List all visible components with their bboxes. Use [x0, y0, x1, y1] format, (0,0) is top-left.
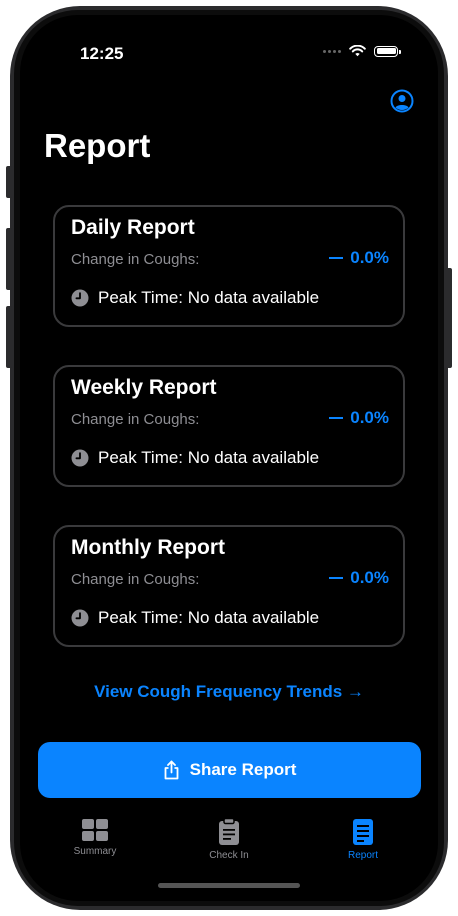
share-report-button[interactable]: Share Report: [38, 742, 421, 798]
minus-icon: [329, 417, 344, 419]
volume-down-button: [6, 306, 12, 368]
peak-time-row: Peak Time: No data available: [71, 288, 319, 308]
change-value: 0.0%: [329, 408, 389, 428]
tab-label: Check In: [209, 850, 249, 861]
document-icon: [353, 819, 373, 845]
action-button: [6, 166, 12, 198]
clock-icon: [71, 289, 89, 307]
share-icon: [164, 760, 179, 780]
peak-time-text: Peak Time: No data available: [98, 608, 320, 627]
card-title: Weekly Report: [71, 376, 217, 399]
tab-report[interactable]: Report: [308, 818, 418, 861]
card-title: Monthly Report: [71, 536, 225, 559]
person-circle-icon: [390, 89, 414, 113]
wifi-icon: [349, 45, 366, 57]
minus-icon: [329, 577, 344, 579]
clipboard-icon: [219, 818, 239, 845]
change-label: Change in Coughs:: [71, 251, 200, 268]
tab-summary[interactable]: Summary: [40, 818, 150, 857]
home-indicator[interactable]: [158, 883, 300, 888]
peak-time-text: Peak Time: No data available: [98, 448, 320, 467]
tab-check-in[interactable]: Check In: [174, 818, 284, 861]
change-value: 0.0%: [329, 568, 389, 588]
tab-label: Report: [347, 850, 378, 861]
peak-time-row: Peak Time: No data available: [71, 448, 319, 468]
status-icons: [323, 45, 401, 57]
change-label: Change in Coughs:: [71, 571, 200, 588]
weekly-report-card: Weekly Report Change in Coughs: 0.0% Pea…: [53, 365, 405, 487]
volume-up-button: [6, 228, 12, 290]
monthly-report-card: Monthly Report Change in Coughs: 0.0% Pe…: [53, 525, 405, 647]
daily-report-card: Daily Report Change in Coughs: 0.0% Peak…: [53, 205, 405, 327]
change-percent: 0.0%: [350, 408, 389, 427]
profile-button[interactable]: [390, 89, 414, 113]
app-screen: 12:25 Report Daily Report Change in Coug…: [20, 15, 438, 901]
status-time: 12:25: [80, 44, 124, 63]
change-label: Change in Coughs:: [71, 411, 200, 428]
battery-icon: [374, 45, 401, 57]
clock-icon: [71, 609, 89, 627]
change-percent: 0.0%: [350, 248, 389, 267]
share-report-label: Share Report: [189, 760, 297, 779]
cellular-icon: [323, 49, 341, 53]
peak-time-text: Peak Time: No data available: [98, 288, 320, 307]
power-button: [446, 268, 452, 368]
change-percent: 0.0%: [350, 568, 389, 587]
page-title: Report: [44, 127, 151, 164]
minus-icon: [329, 257, 344, 259]
peak-time-row: Peak Time: No data available: [71, 608, 319, 628]
card-title: Daily Report: [71, 216, 195, 239]
tab-label: Summary: [73, 846, 117, 857]
clock-icon: [71, 449, 89, 467]
tab-bar: Summary Check In Report: [20, 818, 438, 878]
change-value: 0.0%: [329, 248, 389, 268]
view-trends-link[interactable]: View Cough Frequency Trends →: [20, 682, 438, 702]
grid-icon: [82, 819, 108, 841]
